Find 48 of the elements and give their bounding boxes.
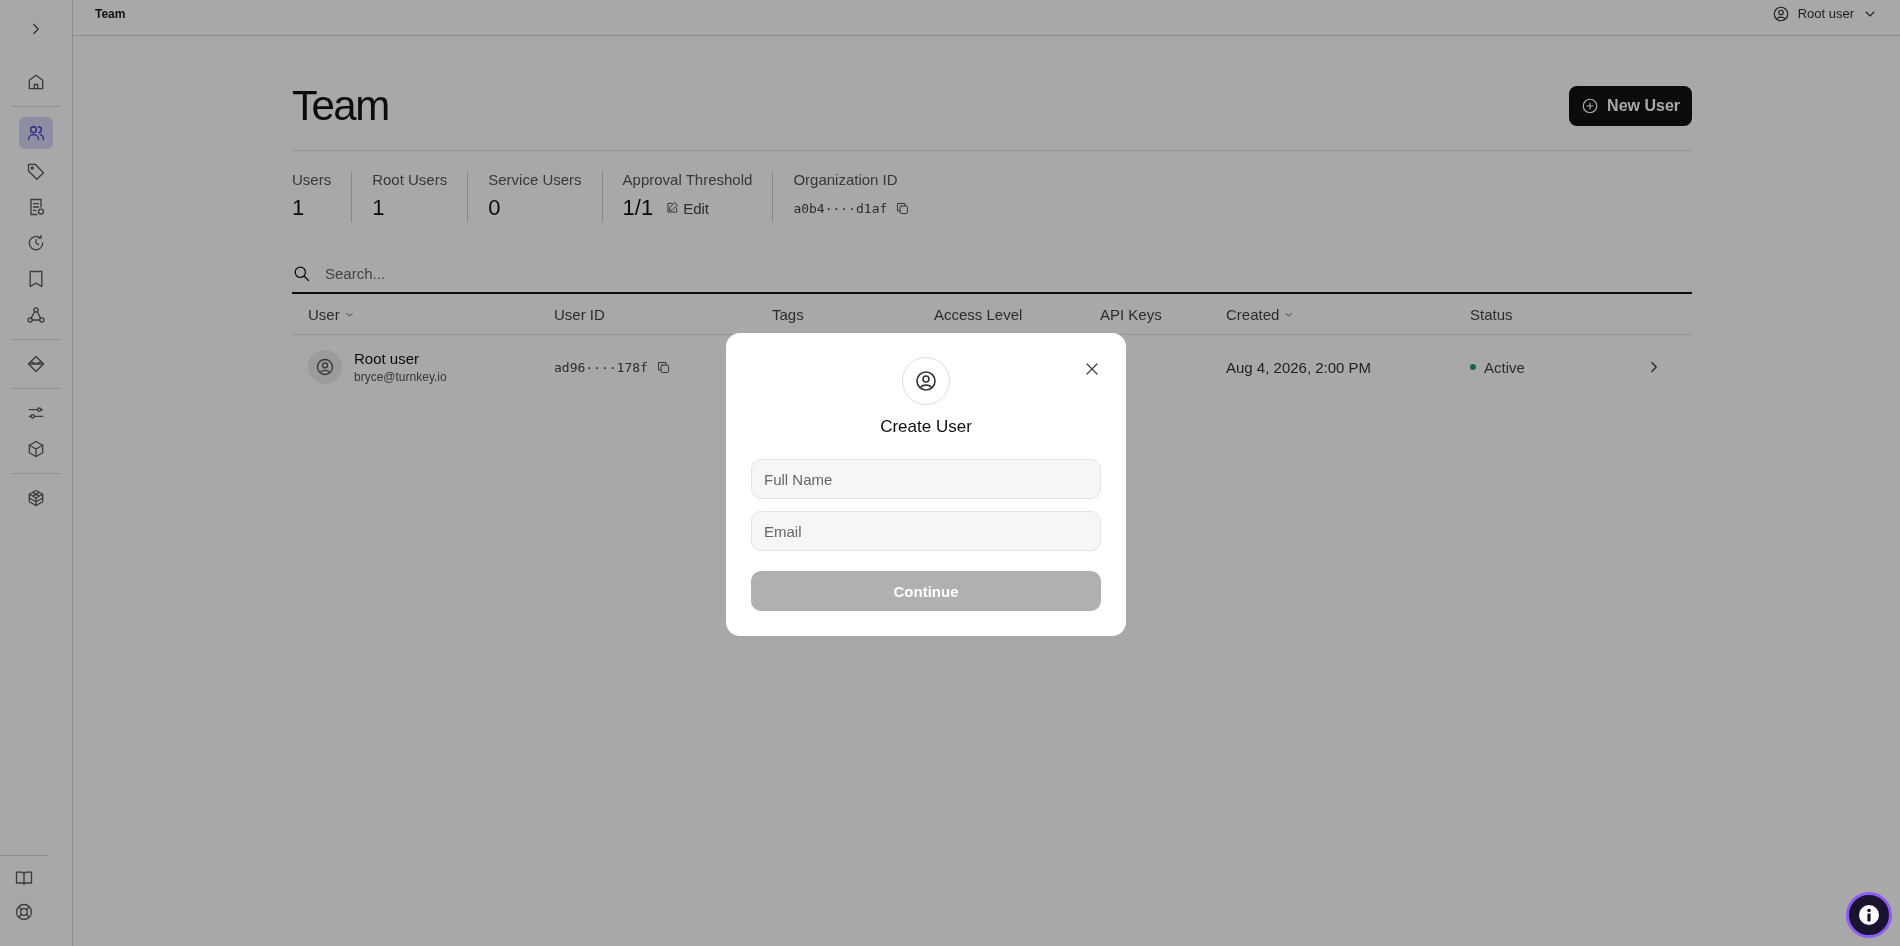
page-title: Team: [292, 82, 389, 130]
user-email: bryce@turnkey.io: [354, 370, 447, 384]
stat-label: Users: [292, 171, 332, 188]
plus-circle-icon: [1581, 97, 1600, 115]
input-field[interactable]: Full Name: [751, 459, 1101, 499]
stat-label: Root Users: [372, 171, 448, 188]
stat-label: Approval Threshold: [622, 171, 753, 188]
stat-value: 1: [292, 195, 305, 221]
lifebuoy-icon: [14, 902, 34, 922]
user-avatar-icon: [308, 350, 342, 384]
column-header[interactable]: Created: [1226, 305, 1470, 323]
input-field[interactable]: Email: [751, 511, 1101, 551]
status-text: Active: [1484, 358, 1525, 376]
stat-label: Service Users: [488, 171, 582, 188]
edit-icon: [665, 201, 680, 215]
column-header: Access Level: [934, 305, 1024, 323]
copy-icon[interactable]: [655, 359, 671, 375]
webhook-icon: [26, 305, 46, 325]
grid-cube-icon: [26, 488, 46, 508]
copy-icon[interactable]: [895, 200, 911, 216]
organization-id: a0b4····d1af: [793, 200, 888, 216]
column-header: API Keys: [1100, 305, 1163, 323]
column-header: User ID: [554, 305, 606, 323]
column-header: Tags: [772, 305, 805, 323]
gem-icon: [26, 354, 46, 374]
stat-value: 1: [372, 195, 385, 221]
created-date: Aug 4, 2026, 2:00 PM: [1226, 358, 1373, 376]
home-icon: [26, 72, 46, 92]
tag-icon: [26, 161, 46, 181]
new-user-button[interactable]: New User: [1569, 86, 1692, 126]
cube-icon: [26, 439, 46, 459]
column-header: Status: [1470, 305, 1514, 323]
column-header[interactable]: User: [308, 305, 554, 323]
stat-label: Organization ID: [793, 171, 899, 188]
clock-icon: [26, 233, 46, 253]
stat-value: 1/1: [622, 195, 654, 221]
search-field[interactable]: Search...: [323, 263, 1692, 283]
dialog-title: Create User: [880, 417, 972, 437]
user-id: ad96····178f: [554, 359, 648, 375]
users-nav-item[interactable]: [19, 117, 53, 149]
user-icon: [1771, 4, 1790, 23]
chat-launcher-icon[interactable]: [1846, 892, 1892, 938]
user-name: Root user: [354, 350, 421, 367]
breadcrumb[interactable]: Team: [95, 6, 126, 21]
users-icon: [26, 123, 46, 143]
edit-button[interactable]: Edit: [665, 199, 709, 217]
user-menu[interactable]: Root user: [1771, 4, 1878, 23]
stat-value: 0: [488, 195, 501, 221]
